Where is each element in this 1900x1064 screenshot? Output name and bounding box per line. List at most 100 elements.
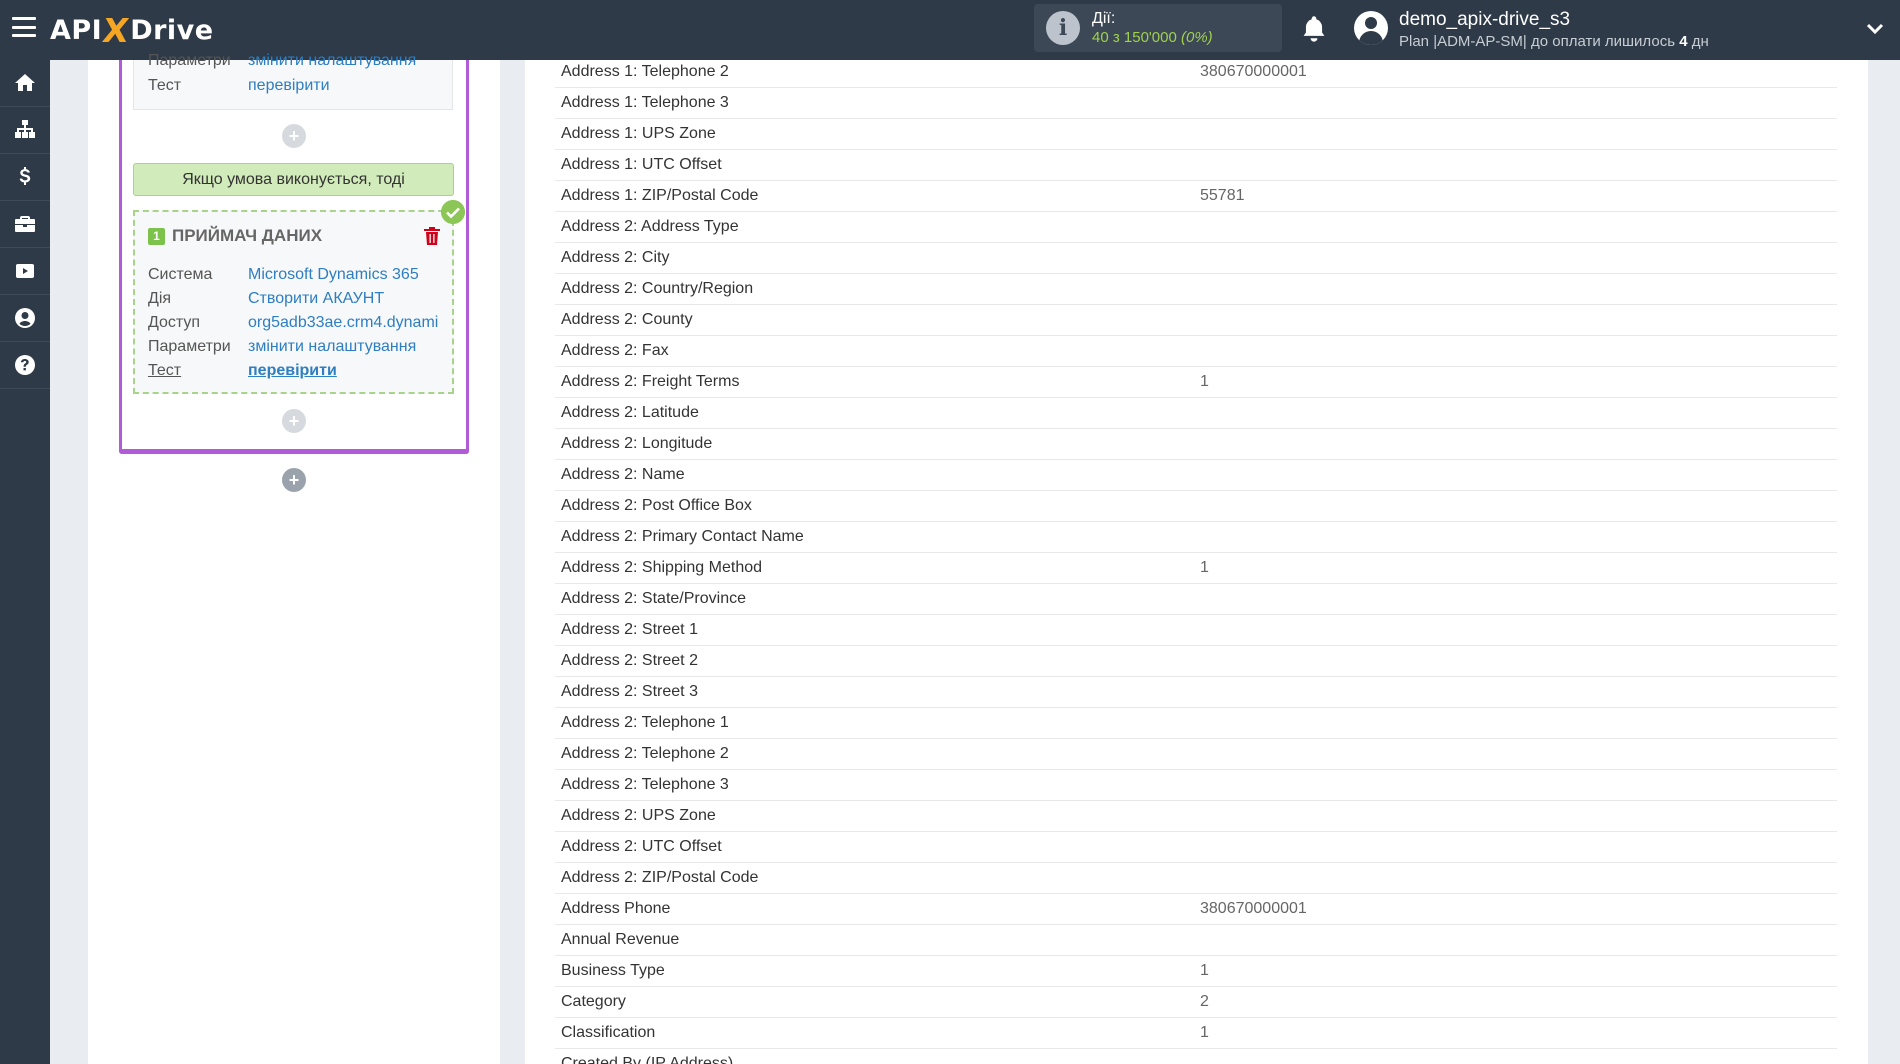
check-icon bbox=[441, 200, 465, 224]
add-block-button[interactable]: + bbox=[282, 409, 306, 433]
field-name: Business Type bbox=[561, 962, 665, 979]
field-name: Address 1: Telephone 2 bbox=[561, 63, 729, 80]
field-name: Created By (IP Address) bbox=[561, 1055, 734, 1064]
table-row: Address 2: County bbox=[555, 305, 1837, 336]
field-name: Address 2: Post Office Box bbox=[561, 497, 752, 514]
field-name: Address 2: Primary Contact Name bbox=[561, 528, 804, 545]
field-name: Address 2: Latitude bbox=[561, 404, 699, 421]
user-name[interactable]: demo_apix-drive_s3 bbox=[1399, 9, 1570, 31]
sidebar-item-tools[interactable] bbox=[0, 201, 50, 248]
sidebar-item-home[interactable] bbox=[0, 60, 50, 107]
table-row: Category 2 bbox=[555, 987, 1837, 1018]
question-icon bbox=[15, 355, 35, 375]
logo[interactable]: API X Drive bbox=[50, 10, 214, 50]
table-row: Address 2: Telephone 2 bbox=[555, 739, 1837, 770]
table-row: Address 1: Telephone 2 380670000001 bbox=[555, 57, 1837, 88]
sidebar-item-account[interactable] bbox=[0, 295, 50, 342]
receiver-access-label: Доступ bbox=[148, 314, 201, 331]
table-row: Address 2: Latitude bbox=[555, 398, 1837, 429]
avatar[interactable] bbox=[1354, 11, 1388, 45]
prev-params-link[interactable]: змінити налаштування bbox=[248, 52, 416, 70]
receiver-test-link[interactable]: перевірити bbox=[248, 362, 337, 380]
table-row: Address 2: Telephone 3 bbox=[555, 770, 1837, 801]
receiver-action-link[interactable]: Створити АКАУНТ bbox=[248, 290, 384, 308]
field-name: Address 2: Telephone 3 bbox=[561, 776, 729, 793]
table-row: Address 2: Telephone 1 bbox=[555, 708, 1837, 739]
table-row: Address 2: Primary Contact Name bbox=[555, 522, 1837, 553]
field-name: Address 2: Street 3 bbox=[561, 683, 698, 700]
logo-x: X bbox=[100, 10, 132, 50]
logo-left: API bbox=[50, 14, 103, 46]
actions-value: 40 з 150'000 (0%) bbox=[1092, 28, 1213, 47]
table-row: Address 2: Fax bbox=[555, 336, 1837, 367]
field-value: 1 bbox=[1200, 373, 1209, 390]
table-row: Address 2: City bbox=[555, 243, 1837, 274]
prev-test-label: Тест bbox=[148, 77, 182, 94]
receiver-number: 1 bbox=[148, 227, 165, 245]
field-name: Address 2: Country/Region bbox=[561, 280, 754, 297]
info-icon: i bbox=[1046, 11, 1080, 45]
add-block-button[interactable]: + bbox=[282, 468, 306, 492]
receiver-action-label: Дія bbox=[148, 290, 172, 307]
logo-right: Drive bbox=[130, 14, 214, 46]
plan-days-suffix: дн bbox=[1687, 33, 1709, 50]
field-name: Address 2: ZIP/Postal Code bbox=[561, 869, 759, 886]
briefcase-icon bbox=[15, 216, 35, 232]
user-plan: Plan |ADM-AP-SM| до оплати лишилось 4 дн bbox=[1399, 33, 1709, 50]
table-row: Address 1: UPS Zone bbox=[555, 119, 1837, 150]
table-row: Address 2: State/Province bbox=[555, 584, 1837, 615]
chevron-down-icon[interactable] bbox=[1866, 20, 1884, 38]
bell-icon[interactable] bbox=[1300, 14, 1328, 44]
sidebar-item-video[interactable] bbox=[0, 248, 50, 295]
receiver-params-link[interactable]: змінити налаштування bbox=[248, 338, 416, 356]
sitemap-icon bbox=[15, 120, 35, 138]
field-name: Address 1: ZIP/Postal Code bbox=[561, 187, 759, 204]
receiver-system-label: Система bbox=[148, 266, 213, 283]
receiver-title-text: ПРИЙМАЧ ДАНИХ bbox=[172, 226, 323, 245]
sidebar-item-connections[interactable] bbox=[0, 107, 50, 154]
field-value: 55781 bbox=[1200, 187, 1245, 204]
sidebar-item-billing[interactable] bbox=[0, 154, 50, 201]
field-name: Address 2: Name bbox=[561, 466, 685, 483]
field-name: Category bbox=[561, 993, 626, 1010]
prev-test-link[interactable]: перевірити bbox=[248, 77, 330, 95]
table-row: Address 2: Longitude bbox=[555, 429, 1837, 460]
table-row: Address 2: Shipping Method 1 bbox=[555, 553, 1837, 584]
table-row: Address 2: Street 3 bbox=[555, 677, 1837, 708]
table-row: Address 1: Telephone 3 bbox=[555, 88, 1837, 119]
table-row: Address 2: Street 1 bbox=[555, 615, 1837, 646]
field-name: Address 2: Telephone 1 bbox=[561, 714, 729, 731]
trash-icon[interactable] bbox=[423, 226, 441, 246]
home-icon bbox=[15, 74, 35, 91]
field-value: 380670000001 bbox=[1200, 63, 1307, 80]
sidebar-item-help[interactable] bbox=[0, 342, 50, 389]
table-row: Address 2: UPS Zone bbox=[555, 801, 1837, 832]
field-name: Address 2: City bbox=[561, 249, 670, 266]
table-row: Classification 1 bbox=[555, 1018, 1837, 1049]
top-bar: API X Drive i Дії: 40 з 150'000 (0%) demo_… bbox=[0, 0, 1900, 60]
field-name: Address 1: UPS Zone bbox=[561, 125, 716, 142]
receiver-access-link[interactable]: org5adb33ae.crm4.dynami bbox=[248, 314, 440, 332]
sidebar bbox=[0, 60, 50, 1064]
field-name: Address 2: Address Type bbox=[561, 218, 739, 235]
actions-total: 150'000 bbox=[1123, 29, 1177, 46]
add-block-button[interactable]: + bbox=[282, 124, 306, 148]
field-name: Address 2: State/Province bbox=[561, 590, 746, 607]
field-name: Address 2: Street 1 bbox=[561, 621, 698, 638]
menu-icon[interactable] bbox=[12, 17, 36, 37]
field-value: 380670000001 bbox=[1200, 900, 1307, 917]
field-name: Address 1: UTC Offset bbox=[561, 156, 722, 173]
field-name: Address 1: Telephone 3 bbox=[561, 94, 729, 111]
field-value: 1 bbox=[1200, 559, 1209, 576]
condition-label[interactable]: Якщо умова виконується, тоді bbox=[133, 163, 454, 196]
field-name: Annual Revenue bbox=[561, 931, 680, 948]
receiver-system-link[interactable]: Microsoft Dynamics 365 bbox=[248, 266, 419, 284]
field-name: Address 2: Longitude bbox=[561, 435, 713, 452]
field-value: 2 bbox=[1200, 993, 1209, 1010]
table-row: Address 2: Freight Terms 1 bbox=[555, 367, 1837, 398]
table-row: Address 2: Street 2 bbox=[555, 646, 1837, 677]
dollar-icon bbox=[19, 167, 31, 185]
receiver-title: 1 ПРИЙМАЧ ДАНИХ bbox=[148, 226, 322, 246]
field-name: Address 2: Telephone 2 bbox=[561, 745, 729, 762]
field-name: Address 2: County bbox=[561, 311, 693, 328]
